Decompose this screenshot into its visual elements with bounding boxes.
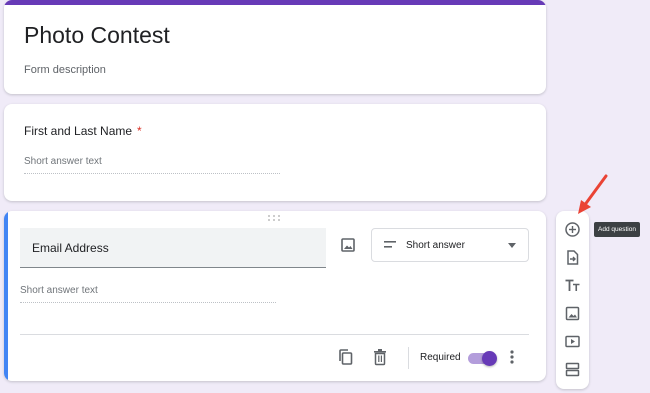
drag-handle-icon[interactable] bbox=[268, 215, 282, 223]
question-card-email[interactable]: Email Address Short answer Short answer … bbox=[4, 211, 546, 381]
side-toolbar bbox=[556, 211, 589, 389]
add-video-button[interactable] bbox=[564, 333, 581, 350]
chevron-down-icon bbox=[508, 243, 516, 248]
add-section-button[interactable] bbox=[564, 361, 581, 378]
footer-separator bbox=[408, 347, 409, 369]
image-icon bbox=[341, 238, 355, 252]
form-description[interactable]: Form description bbox=[24, 64, 106, 76]
question-title-text: First and Last Name bbox=[24, 124, 133, 138]
question-title: First and Last Name * bbox=[24, 124, 142, 138]
footer-divider bbox=[20, 334, 529, 335]
add-section-icon bbox=[565, 362, 580, 377]
copy-icon bbox=[339, 349, 353, 365]
add-image-tool-button[interactable] bbox=[564, 305, 581, 322]
add-question-icon bbox=[565, 222, 580, 237]
delete-button[interactable] bbox=[372, 348, 388, 366]
required-label: Required bbox=[420, 352, 461, 363]
active-indicator-bar bbox=[4, 211, 8, 381]
required-star: * bbox=[137, 124, 142, 138]
more-vert-icon bbox=[510, 350, 514, 364]
add-image-button[interactable] bbox=[338, 235, 358, 255]
question-title-input[interactable]: Email Address bbox=[20, 228, 326, 268]
short-answer-icon bbox=[384, 241, 396, 248]
duplicate-button[interactable] bbox=[337, 348, 355, 366]
import-questions-button[interactable] bbox=[564, 249, 581, 266]
add-title-icon bbox=[565, 279, 580, 291]
annotation-arrow-icon bbox=[578, 174, 608, 214]
import-questions-icon bbox=[567, 250, 579, 265]
form-title[interactable]: Photo Contest bbox=[24, 22, 170, 49]
more-options-button[interactable] bbox=[509, 349, 515, 365]
add-question-button[interactable] bbox=[564, 221, 581, 238]
short-answer-placeholder: Short answer text bbox=[24, 156, 280, 174]
short-answer-placeholder: Short answer text bbox=[20, 285, 276, 303]
question-card-name[interactable]: First and Last Name * Short answer text bbox=[4, 104, 546, 201]
add-question-tooltip: Add question bbox=[594, 222, 640, 237]
form-title-card[interactable]: Photo Contest Form description bbox=[4, 0, 546, 94]
required-toggle[interactable] bbox=[468, 351, 497, 366]
add-title-button[interactable] bbox=[564, 277, 581, 294]
question-type-select[interactable]: Short answer bbox=[371, 228, 529, 262]
add-image-icon bbox=[565, 306, 580, 321]
add-video-icon bbox=[565, 335, 580, 348]
theme-color-bar bbox=[4, 0, 546, 5]
question-type-label: Short answer bbox=[406, 240, 465, 251]
toggle-knob bbox=[482, 351, 497, 366]
trash-icon bbox=[374, 349, 386, 366]
